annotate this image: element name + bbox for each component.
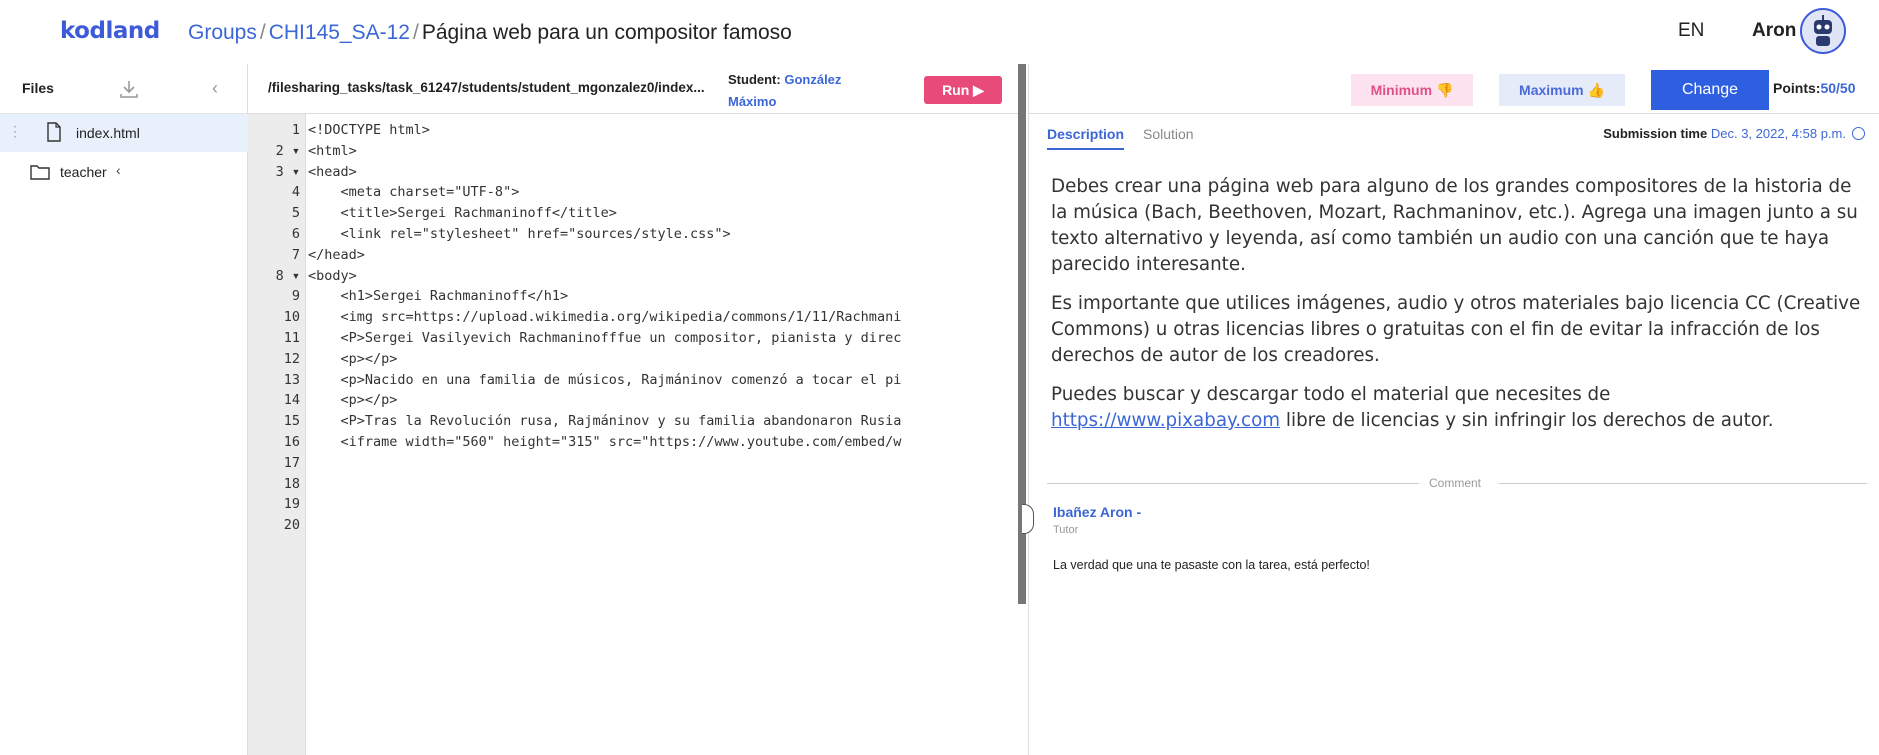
folder-item-teacher[interactable]: teacher ‹ <box>0 156 248 188</box>
divider-line <box>1499 483 1867 484</box>
pixabay-link[interactable]: https://www.pixabay.com <box>1051 410 1280 431</box>
breadcrumb-current-page: Página web para un compositor famoso <box>421 21 792 44</box>
comment-divider: Comment <box>1047 476 1867 490</box>
folder-name: teacher <box>60 164 107 180</box>
file-name: index.html <box>76 125 140 141</box>
code-line[interactable]: <p></p> <box>308 351 1008 367</box>
minimum-points-button[interactable]: Minimum 👎 <box>1351 74 1473 106</box>
student-name-continued[interactable]: Máximo <box>728 94 776 112</box>
description-text: Puedes buscar y descargar todo el materi… <box>1051 384 1611 405</box>
review-header: Minimum 👎 Maximum 👍 Change Points:50/50 <box>1029 64 1879 114</box>
line-number: 13 <box>283 371 300 388</box>
student-label: Student: <box>728 72 781 87</box>
language-switcher[interactable]: EN <box>1678 20 1704 42</box>
change-button[interactable]: Change <box>1651 70 1769 110</box>
comment-label: Comment <box>1429 476 1482 490</box>
folder-icon <box>30 165 50 180</box>
code-line[interactable]: <title>Sergei Rachmaninoff</title> <box>308 205 1008 221</box>
files-title: Files <box>22 80 54 96</box>
code-line[interactable]: <P>Tras la Revolución rusa, Rajmáninov y… <box>308 413 1008 429</box>
comment-text: La verdad que una te pasaste con la tare… <box>1053 558 1370 572</box>
code-line[interactable]: <h1>Sergei Rachmaninoff</h1> <box>308 288 1008 304</box>
line-number: 10 <box>283 309 300 326</box>
code-line[interactable]: <meta charset="UTF-8"> <box>308 184 1008 200</box>
code-line[interactable]: <P>Sergei Vasilyevich Rachmaninofffue un… <box>308 330 1008 346</box>
breadcrumb-group-link[interactable]: CHI145_SA-12 <box>269 21 410 44</box>
tab-description[interactable]: Description <box>1047 126 1125 150</box>
collapse-panel-icon[interactable]: ‹ <box>212 78 218 99</box>
breadcrumb: Groups / CHI145_SA-12/Página web para un c… <box>188 21 792 45</box>
description-paragraph: Debes crear una página web para alguno d… <box>1051 176 1858 275</box>
drag-handle-icon[interactable]: ⋮ <box>8 123 22 140</box>
file-path: /filesharing_tasks/task_61247/students/s… <box>268 80 705 95</box>
line-number: 6 <box>291 226 300 242</box>
line-number: 7 <box>291 246 300 263</box>
code-line[interactable]: <html> <box>308 143 1008 159</box>
run-button[interactable]: Run ▶ <box>924 76 1002 104</box>
user-name[interactable]: Aron <box>1752 20 1796 42</box>
line-number: 3 ▾ <box>275 163 300 180</box>
line-number: 17 <box>283 454 300 471</box>
line-number: 16 <box>283 434 300 450</box>
review-panel: Minimum 👎 Maximum 👍 Change Points:50/50 … <box>1028 64 1879 755</box>
top-bar: kodland Groups / CHI145_SA-12/Página web p… <box>0 0 1879 64</box>
divider-line <box>1047 483 1419 484</box>
line-number: 15 <box>283 413 300 430</box>
panel-splitter-handle[interactable] <box>1022 504 1034 534</box>
points-value: 50/50 <box>1820 80 1856 96</box>
code-line[interactable]: <p></p> <box>308 392 1008 408</box>
file-icon <box>47 122 61 142</box>
comment-author[interactable]: Ibañez Aron - <box>1053 504 1141 520</box>
code-line[interactable]: <body> <box>308 268 1008 284</box>
comment-role: Tutor <box>1053 524 1079 536</box>
student-name[interactable]: González <box>784 72 841 87</box>
kodland-logo[interactable]: kodland <box>60 18 160 44</box>
file-item-index-html[interactable]: ⋮ index.html <box>0 114 248 152</box>
line-number: 5 <box>291 205 300 222</box>
line-number: 9 <box>291 288 300 305</box>
description-paragraph: Puedes buscar y descargar todo el materi… <box>1051 382 1861 434</box>
line-number: 2 ▾ <box>275 142 300 159</box>
points-display: Points:50/50 <box>1773 80 1856 96</box>
code-line[interactable]: <link rel="stylesheet" href="sources/sty… <box>308 226 1008 242</box>
student-info: Student: González <box>728 72 841 87</box>
chevron-left-icon[interactable]: ‹ <box>116 162 121 178</box>
line-number: 18 <box>283 475 300 492</box>
line-number: 4 <box>291 184 300 201</box>
files-panel: Files ‹ ⋮ index.html teacher ‹ <box>0 64 248 755</box>
files-header: Files ‹ <box>0 64 247 114</box>
code-line[interactable]: </head> <box>308 247 1008 263</box>
line-number: 19 <box>283 496 300 513</box>
line-number: 12 <box>283 350 300 367</box>
line-number: 20 <box>283 517 300 534</box>
task-description: Debes crear una página web para alguno d… <box>1051 174 1861 447</box>
code-line[interactable]: <head> <box>308 164 1008 180</box>
code-line[interactable]: <img src=https://upload.wikimedia.org/wi… <box>308 309 1008 325</box>
line-number: 14 <box>283 392 300 409</box>
submission-time: Submission time Dec. 3, 2022, 4:58 p.m. <box>1603 126 1865 141</box>
description-paragraph: Es importante que utilices imágenes, aud… <box>1051 293 1861 366</box>
download-icon[interactable] <box>118 78 140 100</box>
code-line[interactable]: <!DOCTYPE html> <box>308 122 1008 138</box>
code-line[interactable]: <p>Nacido en una familia de músicos, Raj… <box>308 372 1008 388</box>
avatar[interactable] <box>1800 8 1846 54</box>
submission-time-label: Submission time <box>1603 126 1708 141</box>
line-number: 1 <box>291 122 300 138</box>
points-label: Points: <box>1773 80 1821 96</box>
code-line[interactable]: <iframe width="560" height="315" src="ht… <box>308 434 1008 450</box>
line-number: 8 ▾ <box>275 267 300 284</box>
code-editor-panel: /filesharing_tasks/task_61247/students/s… <box>248 64 1020 755</box>
line-number: 11 <box>283 330 300 346</box>
maximum-points-button[interactable]: Maximum 👍 <box>1499 74 1625 106</box>
description-text: libre de licencias y sin infringir los d… <box>1280 410 1774 431</box>
clock-icon <box>1852 127 1865 140</box>
robot-avatar-icon <box>1802 10 1844 52</box>
submission-time-value: Dec. 3, 2022, 4:58 p.m. <box>1710 126 1846 141</box>
editor-header: /filesharing_tasks/task_61247/students/s… <box>248 64 1020 114</box>
breadcrumb-groups-link[interactable]: Groups <box>188 21 257 44</box>
tab-solution[interactable]: Solution <box>1143 126 1194 142</box>
breadcrumb-separator: / <box>259 21 266 44</box>
breadcrumb-separator: / <box>412 21 419 44</box>
